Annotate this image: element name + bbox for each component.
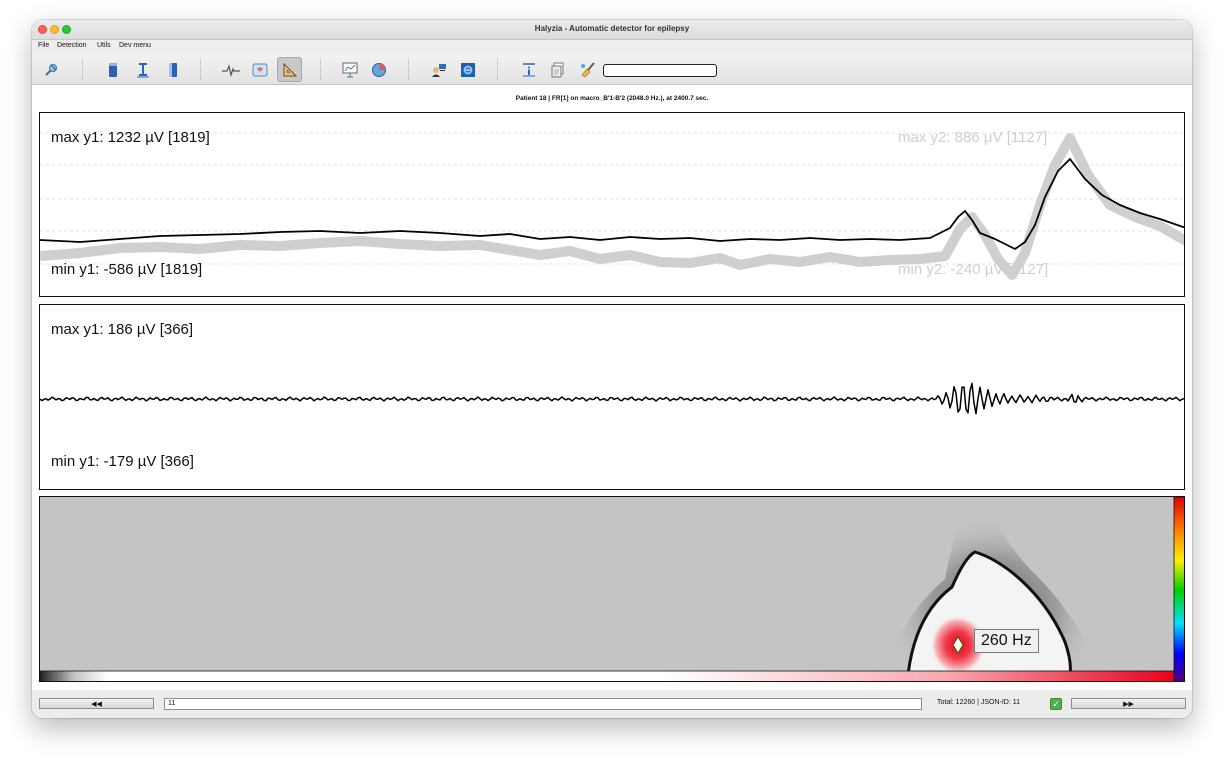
ruler-triangle-icon[interactable] — [277, 57, 302, 82]
title-bar: Halyzia - Automatic detector for epileps… — [32, 20, 1192, 40]
time-frequency-panel: 260 Hz — [39, 496, 1185, 682]
bottom-navigation-bar: ◀◀ 11 Total: 12260 | JSON-ID: 11 ✓ ▶▶ — [32, 690, 1192, 718]
cursor-i-icon[interactable] — [130, 57, 155, 82]
info-funnel-icon[interactable] — [516, 57, 541, 82]
menu-detection[interactable]: Detection — [57, 42, 87, 49]
raw-min-y1-label: min y1: -586 µV [1819] — [51, 261, 203, 278]
colorbar-legend — [1173, 497, 1184, 681]
agent-computer-icon[interactable] — [426, 57, 451, 82]
toolbar-separator — [497, 59, 498, 80]
toolbar-separator — [408, 59, 409, 80]
pin-icon[interactable] — [38, 57, 63, 82]
pie-globe-icon[interactable] — [366, 57, 391, 82]
raw-signal-panel: max y1: 1232 µV [1819] min y1: -586 µV [… — [39, 112, 1185, 297]
filtered-signal-panel: max y1: 186 µV [366] min y1: -179 µV [36… — [39, 304, 1185, 490]
status-total-json: Total: 12260 | JSON-ID: 11 — [937, 699, 1021, 706]
overlay-signal-trace — [40, 133, 1184, 280]
signal-trace — [40, 158, 1184, 250]
menu-file[interactable]: File — [38, 42, 49, 49]
next-event-button[interactable]: ▶▶ — [1071, 698, 1186, 709]
brain-scan-icon[interactable] — [455, 57, 480, 82]
app-window: Halyzia - Automatic detector for epileps… — [32, 20, 1192, 718]
broom-icon[interactable] — [575, 57, 600, 82]
ecg-icon[interactable] — [218, 57, 243, 82]
toolbar-text-field[interactable] — [603, 64, 717, 77]
brain-heart-icon[interactable] — [247, 57, 272, 82]
event-info-line: Patient 18 | FR[1] on macro_B'1-B'2 (204… — [515, 95, 709, 102]
tube-split-icon[interactable] — [160, 57, 185, 82]
toolbar-separator — [82, 59, 83, 80]
presentation-chart-icon[interactable] — [337, 57, 362, 82]
peak-frequency-tooltip: 260 Hz — [974, 629, 1039, 653]
menu-bar: File Detection Utils Dev menu — [32, 40, 1192, 54]
toolbar — [32, 54, 1192, 85]
filtered-min-y1-label: min y1: -179 µV [366] — [51, 453, 194, 470]
validate-checkbox[interactable]: ✓ — [1050, 698, 1062, 710]
previous-event-button[interactable]: ◀◀ — [39, 698, 154, 709]
filtered-max-y1-label: max y1: 186 µV [366] — [51, 321, 194, 338]
filtered-signal-plot — [40, 382, 1184, 415]
raw-min-y2-label: min y2: -240 µV [1127] — [898, 261, 1049, 278]
raw-max-y2-label: max y2: 886 µV [1127] — [898, 129, 1048, 146]
filtered-signal-trace — [40, 382, 1184, 415]
document-stack-icon[interactable] — [545, 57, 570, 82]
toolbar-separator — [200, 59, 201, 80]
time-frequency-map — [40, 497, 1184, 681]
menu-dev[interactable]: Dev menu — [119, 42, 151, 49]
window-title: Halyzia - Automatic detector for epileps… — [534, 24, 690, 33]
bottom-color-strip — [40, 670, 1175, 681]
toolbar-separator — [320, 59, 321, 80]
tube-blue-icon[interactable] — [100, 57, 125, 82]
event-id-input[interactable]: 11 — [164, 698, 922, 710]
raw-max-y1-label: max y1: 1232 µV [1819] — [51, 129, 210, 146]
menu-utils[interactable]: Utils — [97, 42, 111, 49]
